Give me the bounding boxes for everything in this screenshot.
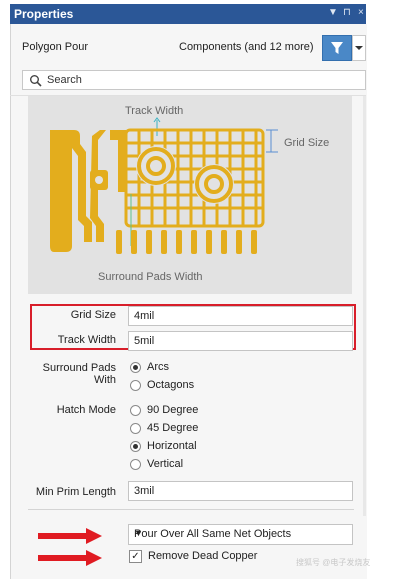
track-width-field[interactable]: 5mil (128, 331, 353, 351)
surround-pads-label-2: With (94, 374, 116, 386)
remove-dead-copper-label: Remove Dead Copper (148, 550, 258, 562)
surround-pads-label-1: Surround Pads (42, 362, 116, 374)
filter-icon (331, 42, 343, 54)
grid-size-value: 4mil (134, 310, 155, 322)
hatch-45-label: 45 Degree (147, 422, 199, 434)
panel-menu-icon[interactable]: ▼ (328, 7, 338, 18)
surround-octagons-label: Octagons (147, 379, 195, 391)
hatch-illustration: Track Width Grid Size Surround Pads Widt… (50, 105, 329, 283)
surround-octagons-radio[interactable] (130, 380, 141, 391)
object-type-label: Polygon Pour (22, 41, 89, 53)
track-width-value: 5mil (134, 335, 155, 347)
watermark: 搜狐号 @电子发烧友 (296, 558, 371, 567)
min-prim-length-field[interactable]: 3mil (128, 481, 353, 501)
chevron-down-icon (355, 46, 363, 50)
section-divider (28, 509, 354, 510)
close-icon[interactable]: × (358, 7, 364, 18)
search-placeholder: Search (47, 74, 82, 86)
surround-arcs-label: Arcs (147, 361, 169, 373)
hatch-vertical-radio[interactable] (130, 459, 141, 470)
red-arrow-icon (38, 550, 102, 566)
track-width-caption: Track Width (125, 105, 183, 117)
polygon-hatch-preview: Track Width Grid Size Surround Pads Widt… (28, 96, 352, 294)
grid-size-label: Grid Size (70, 309, 116, 321)
surround-arcs-radio[interactable] (130, 362, 141, 373)
pin-icon[interactable]: ⊓ (343, 7, 351, 18)
hatch-mode-label: Hatch Mode (56, 404, 116, 416)
search-input[interactable]: Search (22, 70, 366, 90)
pour-over-select[interactable]: Pour Over All Same Net Objects ▼ (128, 524, 353, 545)
panel-title-bar: Properties ▼ ⊓ × (10, 4, 366, 24)
hatch-45-radio[interactable] (130, 423, 141, 434)
hatch-90-label: 90 Degree (147, 404, 199, 416)
panel-scrollbar[interactable] (363, 96, 366, 516)
search-icon (30, 75, 42, 87)
min-prim-length-label: Min Prim Length (35, 486, 116, 498)
grid-size-caption: Grid Size (284, 137, 329, 149)
chevron-down-icon: ▼ (134, 528, 143, 538)
hatch-90-radio[interactable] (130, 405, 141, 416)
filter-dropdown-button[interactable] (352, 35, 366, 61)
min-prim-length-value: 3mil (134, 485, 155, 497)
track-width-label: Track Width (57, 334, 116, 346)
panel-title: Properties (14, 7, 74, 21)
selection-filter-label: Components (and 12 more) (179, 41, 314, 53)
grid-size-field[interactable]: 4mil (128, 306, 353, 326)
red-arrow-icon (38, 528, 102, 544)
surround-pads-width-caption: Surround Pads Width (98, 271, 203, 283)
filter-button[interactable] (322, 35, 352, 61)
hatch-horizontal-radio[interactable] (130, 441, 141, 452)
hatch-horizontal-label: Horizontal (147, 440, 197, 452)
hatch-vertical-label: Vertical (147, 458, 184, 470)
remove-dead-copper-checkbox[interactable]: ✓ (129, 550, 142, 563)
